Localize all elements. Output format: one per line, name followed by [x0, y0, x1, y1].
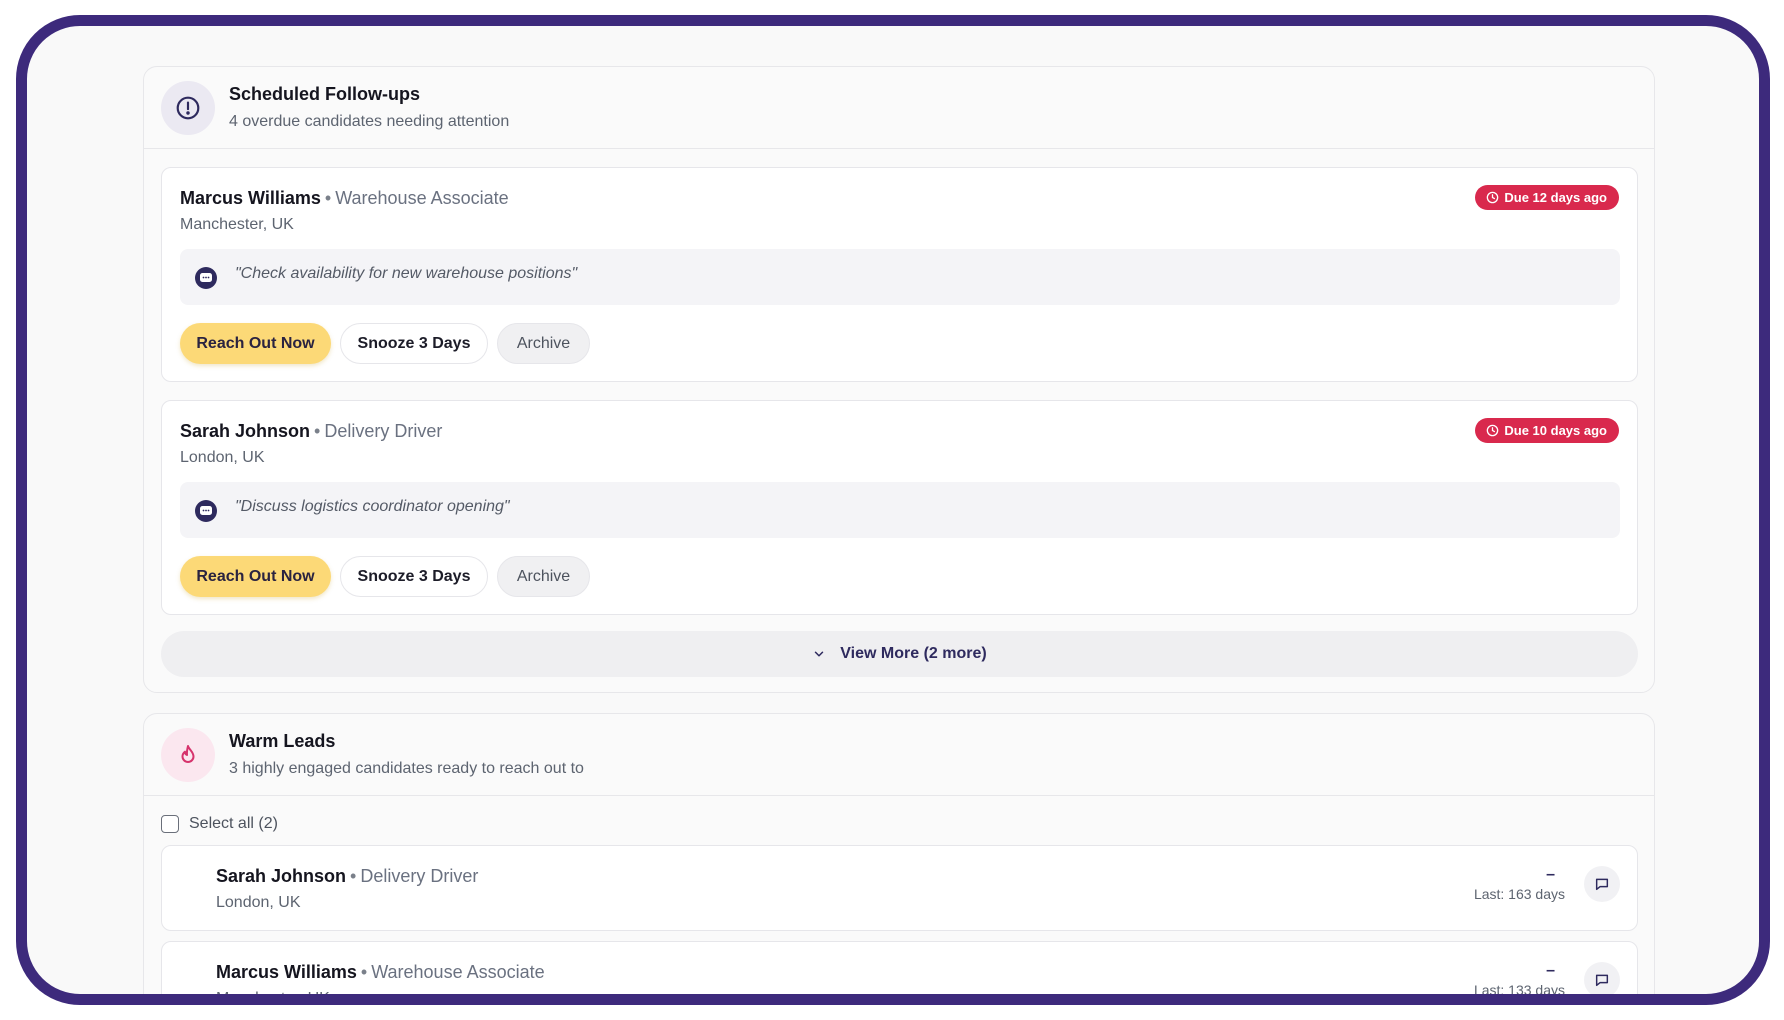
card-actions: Reach Out Now Snooze 3 Days Archive: [180, 556, 590, 597]
snooze-button[interactable]: Snooze 3 Days: [340, 323, 488, 364]
alert-circle-icon: [161, 81, 215, 135]
reach-out-button[interactable]: Reach Out Now: [180, 556, 331, 597]
clock-icon: [1487, 191, 1499, 204]
lead-row: Sarah Johnson • Delivery Driver London, UK…: [161, 845, 1638, 931]
candidate-role: Delivery Driver: [324, 421, 443, 441]
candidate-location: London, UK: [216, 894, 301, 911]
message-bubble-icon: [194, 266, 218, 295]
candidate-role: Warehouse Associate: [371, 962, 545, 982]
select-all-control[interactable]: Select all (2): [161, 815, 278, 833]
message-button[interactable]: [1584, 866, 1620, 902]
followup-note: "Check availability for new warehouse po…: [180, 249, 1620, 305]
message-square-icon: [1595, 878, 1609, 891]
view-more-button[interactable]: View More (2 more): [161, 631, 1638, 677]
candidate-location: Manchester, UK: [180, 216, 294, 233]
candidate-heading: Marcus Williams • Warehouse Associate: [180, 188, 509, 209]
scheduled-followups-section: Scheduled Follow-ups 4 overdue candidate…: [143, 66, 1655, 693]
engagement-indicator: –: [1546, 962, 1555, 979]
candidate-role: Delivery Driver: [360, 866, 479, 886]
last-contact: Last: 163 days: [1473, 886, 1565, 902]
message-bubble-icon: [194, 499, 218, 528]
select-all-label: Select all (2): [189, 815, 278, 832]
note-text: "Check availability for new warehouse po…: [235, 265, 578, 282]
warm-leads-subtitle: 3 highly engaged candidates ready to rea…: [229, 760, 584, 777]
separator-dot: •: [324, 188, 332, 208]
candidate-name[interactable]: Sarah Johnson: [216, 866, 346, 886]
separator-dot: •: [314, 421, 321, 441]
candidate-name[interactable]: Marcus Williams: [216, 962, 357, 982]
followups-title: Scheduled Follow-ups: [229, 84, 421, 104]
due-text: Due 12 days ago: [1504, 190, 1607, 205]
reach-out-button[interactable]: Reach Out Now: [180, 323, 331, 364]
candidate-heading: Sarah Johnson • Delivery Driver: [216, 866, 478, 887]
view-more-label: View More (2 more): [840, 645, 987, 662]
message-square-icon: [1595, 974, 1609, 987]
lead-row: Marcus Williams • Warehouse Associate Manc…: [161, 941, 1638, 1005]
note-text: "Discuss logistics coordinator opening": [235, 498, 510, 515]
followups-header: Scheduled Follow-ups 4 overdue candidate…: [144, 67, 1654, 149]
due-text: Due 10 days ago: [1504, 423, 1607, 438]
candidate-location: Manchester, UK: [216, 990, 330, 1005]
candidate-role: Warehouse Associate: [335, 188, 509, 208]
separator-dot: •: [360, 962, 368, 982]
followups-subtitle: 4 overdue candidates needing attention: [229, 113, 510, 130]
candidate-name[interactable]: Sarah Johnson: [180, 421, 310, 441]
candidate-location: London, UK: [180, 449, 265, 466]
clock-icon: [1487, 424, 1499, 437]
app-content: Scheduled Follow-ups 4 overdue candidate…: [27, 26, 1759, 994]
warm-leads-section: Warm Leads 3 highly engaged candidates r…: [143, 713, 1655, 1005]
warm-leads-title: Warm Leads: [229, 731, 336, 751]
warm-leads-header: Warm Leads 3 highly engaged candidates r…: [144, 714, 1654, 796]
snooze-button[interactable]: Snooze 3 Days: [340, 556, 488, 597]
engagement-indicator: –: [1546, 866, 1555, 883]
followup-card: Marcus Williams • Warehouse Associate Manc…: [161, 167, 1638, 382]
select-all-checkbox[interactable]: [161, 815, 179, 833]
app-frame: Scheduled Follow-ups 4 overdue candidate…: [16, 15, 1770, 1005]
separator-dot: •: [350, 866, 357, 886]
flame-icon: [161, 728, 215, 782]
last-contact: Last: 133 days: [1473, 982, 1565, 998]
followup-note: "Discuss logistics coordinator opening": [180, 482, 1620, 538]
archive-button[interactable]: Archive: [497, 556, 590, 597]
card-actions: Reach Out Now Snooze 3 Days Archive: [180, 323, 590, 364]
chevron-down-icon: [815, 651, 824, 657]
followup-card: Sarah Johnson • Delivery Driver London, UK…: [161, 400, 1638, 615]
candidate-heading: Marcus Williams • Warehouse Associate: [216, 962, 545, 983]
candidate-name[interactable]: Marcus Williams: [180, 188, 321, 208]
candidate-heading: Sarah Johnson • Delivery Driver: [180, 421, 442, 442]
archive-button[interactable]: Archive: [497, 323, 590, 364]
message-button[interactable]: [1584, 962, 1620, 994]
due-badge: Due 10 days ago: [1475, 418, 1619, 443]
due-badge: Due 12 days ago: [1475, 185, 1619, 210]
